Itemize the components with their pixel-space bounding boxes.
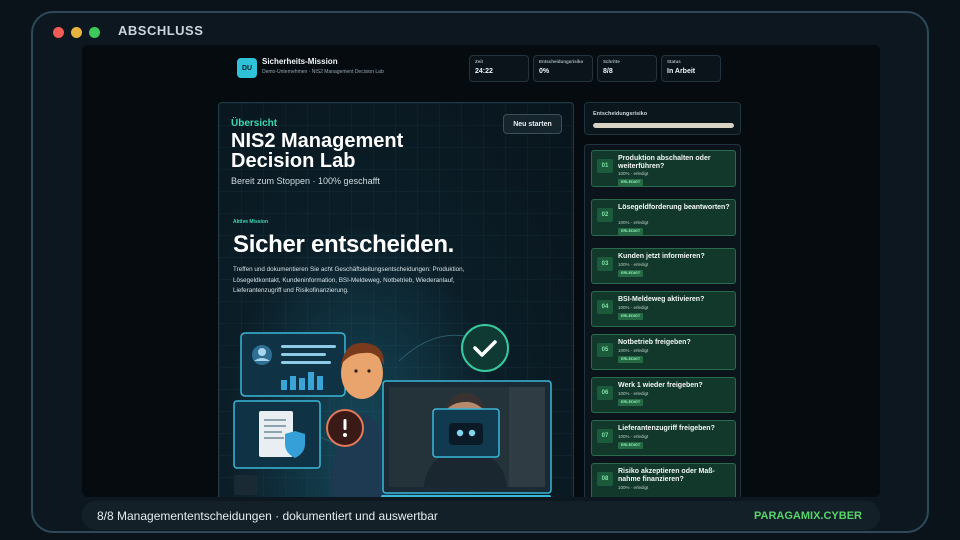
side-widget xyxy=(234,475,258,495)
stat-value: 24:22 xyxy=(475,68,493,75)
footer-bar: 8/8 Managemententscheidungen · dokumenti… xyxy=(82,501,880,530)
risk-panel: Entscheidungsrisiko xyxy=(584,102,741,135)
risk-label: Entscheidungsrisiko xyxy=(593,111,648,117)
step-title: Risiko akzeptieren oder Maß-nahme finanz… xyxy=(618,468,715,483)
step-meta: 100% · erledigt xyxy=(618,171,649,176)
mission-title: Sicher entscheiden. xyxy=(233,231,455,258)
step-title: Lieferantenzugriff freigeben? xyxy=(618,425,715,432)
mission-illustration xyxy=(233,324,552,497)
decision-sidebar: Entscheidungsrisiko 01 Produktion abscha… xyxy=(584,102,742,497)
mission-description: Treffen und dokumentieren Sie acht Gesch… xyxy=(233,266,465,294)
status-badge: ERLEDIGT xyxy=(618,442,644,449)
decision-step-8[interactable]: 08 Risiko akzeptieren oder Maß-nahme fin… xyxy=(591,463,736,497)
stat-value: 8/8 xyxy=(603,68,613,75)
profile-card xyxy=(240,332,346,397)
step-number: 02 xyxy=(597,208,613,222)
header: DU Sicherheits-Mission Demo-Unternehmen … xyxy=(232,53,722,89)
restart-button[interactable]: Neu starten xyxy=(503,114,562,134)
step-meta: 100% · erledigt xyxy=(618,305,649,310)
minimize-window-dot[interactable] xyxy=(71,27,82,38)
step-title: Notbetrieb freigeben? xyxy=(618,339,691,346)
window-title: ABSCHLUSS xyxy=(118,23,204,38)
document-card xyxy=(233,400,321,469)
app-subtitle: Demo-Unternehmen · NIS2 Management Decis… xyxy=(262,69,384,75)
step-number: 03 xyxy=(597,257,613,271)
stat-time: Zeit 24:22 xyxy=(469,55,529,82)
stat-decision-risk: Entscheidungsrisiko 0% xyxy=(533,55,593,82)
overview-label: Übersicht xyxy=(231,118,278,129)
step-number: 04 xyxy=(597,300,613,314)
step-title: Produktion abschalten oder weiterführen? xyxy=(618,155,711,170)
step-number: 06 xyxy=(597,386,613,400)
status-badge: ERLEDIGT xyxy=(618,356,644,363)
step-title: BSI-Meldeweg aktivieren? xyxy=(618,296,705,303)
mission-label: Aktive Mission xyxy=(233,219,269,225)
stat-value: In Arbeit xyxy=(667,68,696,75)
decision-step-5[interactable]: 05 Notbetrieb freigeben? 100% · erledigt… xyxy=(591,334,736,370)
step-title: Kunden jetzt informieren? xyxy=(618,253,705,260)
stat-label: Zeit xyxy=(475,59,484,64)
status-badge: ERLEDIGT xyxy=(618,179,644,186)
step-meta: 100% · erledigt xyxy=(618,262,649,267)
app-title: Sicherheits-Mission xyxy=(262,57,338,66)
stat-label: Status xyxy=(667,59,681,64)
close-window-dot[interactable] xyxy=(53,27,64,38)
step-meta: 100% · erledigt xyxy=(618,391,649,396)
status-badge: ERLEDIGT xyxy=(618,270,644,277)
step-number: 08 xyxy=(597,472,613,486)
decision-step-4[interactable]: 04 BSI-Meldeweg aktivieren? 100% · erled… xyxy=(591,291,736,327)
step-number: 07 xyxy=(597,429,613,443)
window-controls xyxy=(53,27,100,38)
decision-step-3[interactable]: 03 Kunden jetzt informieren? 100% · erle… xyxy=(591,248,736,284)
stat-label: Entscheidungsrisiko xyxy=(539,59,584,64)
step-number: 05 xyxy=(597,343,613,357)
page-title: NIS2 Management Decision Lab xyxy=(231,130,404,172)
status-badge: ERLEDIGT xyxy=(618,313,644,320)
decision-step-1[interactable]: 01 Produktion abschalten oder weiterführ… xyxy=(591,150,736,187)
decision-step-7[interactable]: 07 Lieferantenzugriff freigeben? 100% · … xyxy=(591,420,736,456)
step-meta: 100% · erledigt xyxy=(618,434,649,439)
status-badge: ERLEDIGT xyxy=(618,228,644,235)
warning-icon xyxy=(326,409,364,447)
maximize-window-dot[interactable] xyxy=(89,27,100,38)
step-title: Werk 1 wieder freigeben? xyxy=(618,382,703,389)
step-meta: 100% · erledigt xyxy=(618,485,649,490)
step-meta: 100% · erledigt xyxy=(618,220,649,225)
robot-icon xyxy=(432,408,500,458)
step-meta: 100% · erledigt xyxy=(618,348,649,353)
footer-summary: 8/8 Managemententscheidungen · dokumenti… xyxy=(97,509,438,523)
step-title: Lösegeldforderung beantworten? xyxy=(618,204,730,211)
stat-status: Status In Arbeit xyxy=(661,55,721,82)
checkmark-icon xyxy=(461,324,509,372)
progress-subtitle: Bereit zum Stoppen · 100% geschafft xyxy=(231,176,380,186)
app-screen: DU Sicherheits-Mission Demo-Unternehmen … xyxy=(82,45,880,497)
decision-step-2[interactable]: 02 Lösegeldforderung beantworten? 100% ·… xyxy=(591,199,736,236)
company-logo: DU xyxy=(237,58,257,78)
stat-label: Schritte xyxy=(603,59,620,64)
stat-value: 0% xyxy=(539,68,550,75)
decision-steps-list: 01 Produktion abschalten oder weiterführ… xyxy=(584,144,741,497)
decision-step-6[interactable]: 06 Werk 1 wieder freigeben? 100% · erled… xyxy=(591,377,736,413)
risk-progress-bar xyxy=(593,123,734,128)
footer-brand: PARAGAMIX.CYBER xyxy=(754,510,862,522)
step-number: 01 xyxy=(597,159,613,173)
risk-progress-fill xyxy=(593,123,734,128)
status-badge: ERLEDIGT xyxy=(618,399,644,406)
window-frame: ABSCHLUSS DU Sicherheits-Mission Demo-Un… xyxy=(31,11,929,533)
overview-panel: Übersicht NIS2 Management Decision Lab B… xyxy=(218,102,574,497)
stat-steps: Schritte 8/8 xyxy=(597,55,657,82)
